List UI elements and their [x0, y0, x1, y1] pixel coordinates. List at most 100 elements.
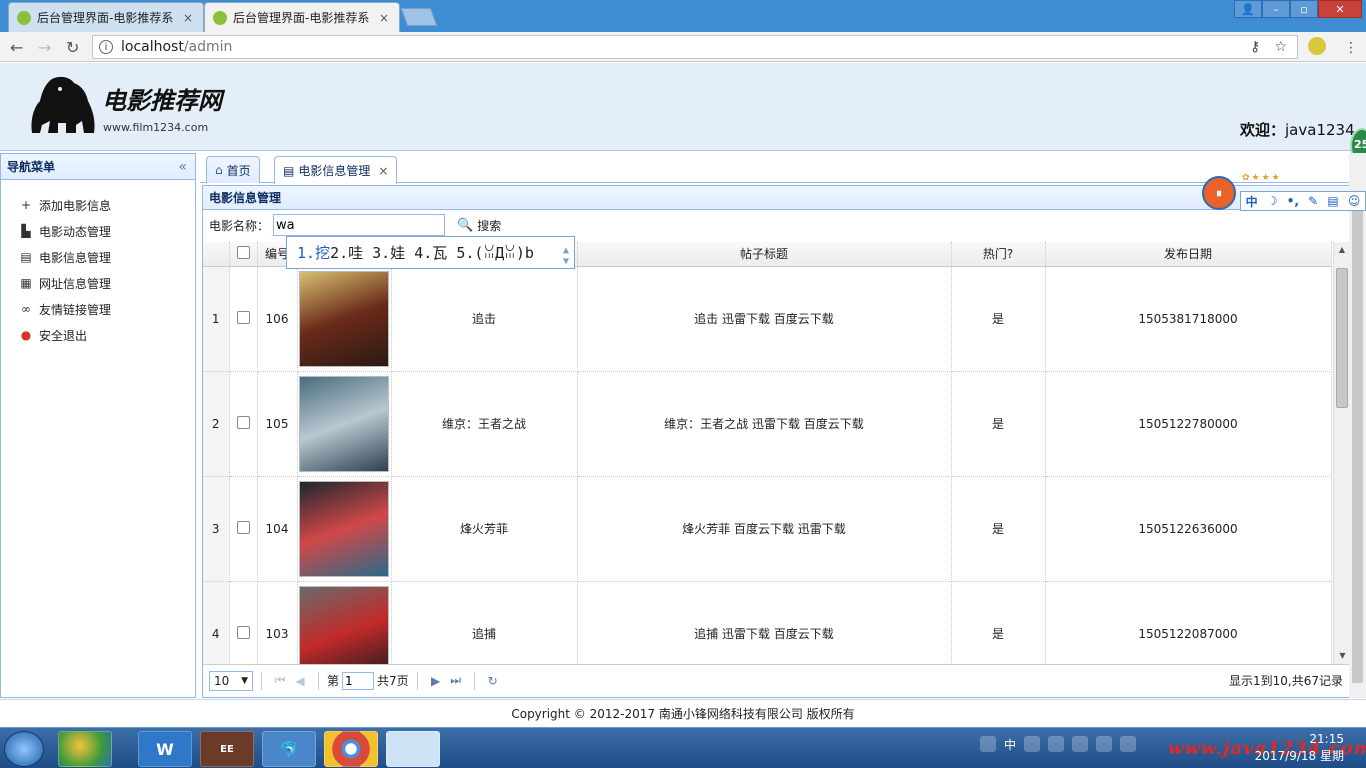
prev-page-icon[interactable]: ◀: [290, 674, 310, 688]
info-icon[interactable]: i: [99, 40, 113, 54]
next-page-icon[interactable]: ▶: [426, 674, 446, 688]
welcome-label: 欢迎：: [1240, 121, 1286, 139]
ime-punct-icon[interactable]: •,: [1287, 194, 1299, 208]
film-name: 追击: [391, 266, 578, 372]
scroll-up-icon[interactable]: ▲: [1334, 242, 1350, 258]
forward-arrow-icon[interactable]: →: [38, 38, 51, 57]
tab-home[interactable]: ⌂ 首页: [206, 156, 260, 183]
table-row[interactable]: 3 104 烽火芳菲 烽火芳菲 百度云下载 迅雷下载是 1505122636000: [203, 476, 1332, 582]
photos-app-icon[interactable]: [58, 731, 112, 767]
bar-chart-icon: ▙: [21, 224, 31, 238]
first-page-icon[interactable]: ⏮: [270, 673, 290, 688]
film-poster-image[interactable]: [299, 270, 389, 367]
table-row[interactable]: 2 105 维京：王者之战 维京：王者之战 迅雷下载 百度云下载是 1505122780…: [203, 371, 1332, 477]
notepad-app-icon[interactable]: [386, 731, 440, 767]
volume-icon[interactable]: [1120, 736, 1137, 752]
film-poster-image[interactable]: [299, 375, 389, 472]
close-tab-icon[interactable]: ×: [183, 11, 193, 25]
scrollbar-thumb[interactable]: [1336, 268, 1348, 408]
last-page-icon[interactable]: ⏭: [446, 673, 466, 688]
collapse-icon[interactable]: «: [178, 159, 187, 175]
ime-chinese-icon[interactable]: 中: [1246, 193, 1258, 210]
sidebar-item-film-info[interactable]: ▤ 电影信息管理: [1, 244, 195, 270]
ime-pause-icon[interactable]: ⏸: [1202, 176, 1236, 210]
ime-candidates[interactable]: 2.哇 3.娃 4.瓦 5.(ꈍДꈍ)b: [330, 242, 534, 263]
tab-film-info[interactable]: ▤ 电影信息管理 ×: [274, 156, 398, 184]
address-path: /admin: [183, 39, 233, 55]
select-all-checkbox[interactable]: [229, 242, 258, 267]
publish-date: 1505122780000: [1045, 371, 1332, 477]
checkbox[interactable]: [236, 625, 250, 639]
table-row[interactable]: 1 106 追击 追击 迅雷下载 百度云下载是 1505381718000: [203, 266, 1332, 372]
film-table: 编号 帖子标题 热门? 发布日期 1 106 追击 追击 迅雷下载 百度云下载是 150…: [203, 242, 1332, 664]
page-scrollbar[interactable]: [1349, 153, 1366, 698]
ime-clipboard-icon[interactable]: ▤: [1327, 194, 1338, 208]
minimize-button[interactable]: –: [1262, 0, 1290, 18]
row-checkbox-cell[interactable]: [229, 476, 258, 582]
row-checkbox-cell[interactable]: [229, 266, 258, 372]
column-header[interactable]: 帖子标题: [577, 242, 952, 267]
word-app-icon[interactable]: W: [138, 731, 192, 767]
reload-icon[interactable]: ↻: [66, 38, 79, 57]
film-name-input[interactable]: [273, 214, 446, 236]
bookmark-star-icon[interactable]: ☆: [1274, 39, 1287, 55]
new-tab-button[interactable]: [400, 8, 438, 26]
ime-moon-icon[interactable]: ☽: [1267, 194, 1278, 208]
ime-more-icon[interactable]: ▲ ▼: [563, 245, 569, 267]
film-poster-image[interactable]: [299, 480, 389, 577]
window-close-button[interactable]: ✕: [1318, 0, 1362, 18]
dolphin-app-icon[interactable]: 🐬: [262, 731, 316, 767]
tray-icon[interactable]: [1048, 736, 1065, 752]
row-checkbox-cell[interactable]: [229, 581, 258, 664]
network-icon[interactable]: [1096, 736, 1113, 752]
checkbox[interactable]: [236, 520, 250, 534]
ime-candidate-first[interactable]: 1.挖: [297, 242, 330, 263]
tray-icon[interactable]: [1072, 736, 1089, 752]
back-arrow-icon[interactable]: ←: [10, 38, 23, 57]
tray-icon[interactable]: [1024, 736, 1041, 752]
table-row[interactable]: 4 103 追捕 追捕 迅雷下载 百度云下载是 1505122087000: [203, 581, 1332, 664]
search-button[interactable]: 🔍 搜索: [457, 217, 501, 234]
browser-tab-2[interactable]: 后台管理界面-电影推荐系 ×: [204, 2, 400, 32]
publish-date: 1505122636000: [1045, 476, 1332, 582]
close-tab-icon[interactable]: ×: [378, 164, 388, 178]
java-ee-ide-app-icon[interactable]: EE: [200, 731, 254, 767]
refresh-icon[interactable]: ↻: [483, 674, 503, 688]
column-header[interactable]: 发布日期: [1045, 242, 1332, 267]
extension-icon[interactable]: [1308, 37, 1326, 55]
address-bar[interactable]: i localhost /admin ⚷ ☆: [92, 35, 1298, 59]
sidebar-item-film-news[interactable]: ▙ 电影动态管理: [1, 218, 195, 244]
ime-rating-icon: ✿★★★: [1242, 173, 1282, 183]
chrome-app-icon[interactable]: [324, 731, 378, 767]
close-tab-icon[interactable]: ×: [379, 11, 389, 25]
sidebar-item-friend-links[interactable]: ∞ 友情链接管理: [1, 296, 195, 322]
grid-scrollbar[interactable]: ▲ ▼: [1333, 242, 1350, 664]
key-icon[interactable]: ⚷: [1250, 39, 1260, 55]
qq-icon[interactable]: [980, 736, 996, 752]
browser-menu-icon[interactable]: ⋮: [1344, 40, 1358, 56]
ime-tool-icon[interactable]: ✎: [1308, 194, 1318, 208]
checkbox[interactable]: [236, 245, 250, 259]
ime-candidate-window[interactable]: 1.挖 2.哇 3.娃 4.瓦 5.(ꈍДꈍ)b ▲ ▼: [286, 236, 575, 269]
browser-tab-1[interactable]: 后台管理界面-电影推荐系 ×: [8, 2, 204, 32]
ime-indicator[interactable]: 中: [1004, 736, 1016, 752]
system-tray: 中: [980, 736, 1137, 752]
sidebar-item-logout[interactable]: ● 安全退出: [1, 322, 195, 348]
page-scrollbar-thumb[interactable]: [1352, 193, 1363, 683]
column-header[interactable]: 热门?: [951, 242, 1046, 267]
film-poster-image[interactable]: [299, 585, 389, 664]
maximize-button[interactable]: ▫: [1290, 0, 1318, 18]
browser-toolbar: ← → ↻ i localhost /admin ⚷ ☆ ⋮: [0, 32, 1366, 62]
row-checkbox-cell[interactable]: [229, 371, 258, 477]
start-button-icon[interactable]: [4, 731, 44, 767]
sidebar-item-add-film[interactable]: + 添加电影信息: [1, 192, 195, 218]
page-size-select[interactable]: 10 ▼: [209, 670, 253, 691]
profile-icon[interactable]: 👤: [1234, 0, 1262, 18]
checkbox[interactable]: [236, 415, 250, 429]
clock[interactable]: 21:15 2017/9/18 星期一: [1244, 731, 1344, 768]
footer: Copyright © 2012-2017 南通小锋网络科技有限公司 版权所有: [0, 699, 1366, 727]
sidebar-item-website-info[interactable]: ▦ 网址信息管理: [1, 270, 195, 296]
page-number-input[interactable]: [342, 671, 375, 690]
ime-emoji-icon[interactable]: ☺: [1348, 194, 1361, 208]
checkbox[interactable]: [236, 310, 250, 324]
